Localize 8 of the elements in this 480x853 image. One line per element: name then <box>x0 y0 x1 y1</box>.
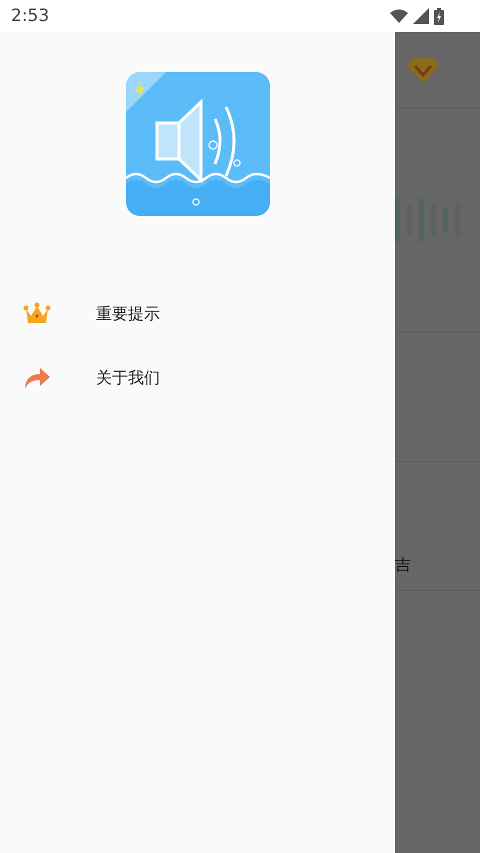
status-time: 2:53 <box>11 6 50 26</box>
text-fragment: 吉 <box>395 555 411 576</box>
menu-item[interactable]: 关于我们 <box>96 368 160 388</box>
signal-icon <box>413 8 429 24</box>
battery-icon <box>434 8 444 24</box>
wifi-icon <box>390 9 408 23</box>
menu-item[interactable]: 重要提示 <box>96 304 160 324</box>
diamond-icon <box>406 56 440 84</box>
